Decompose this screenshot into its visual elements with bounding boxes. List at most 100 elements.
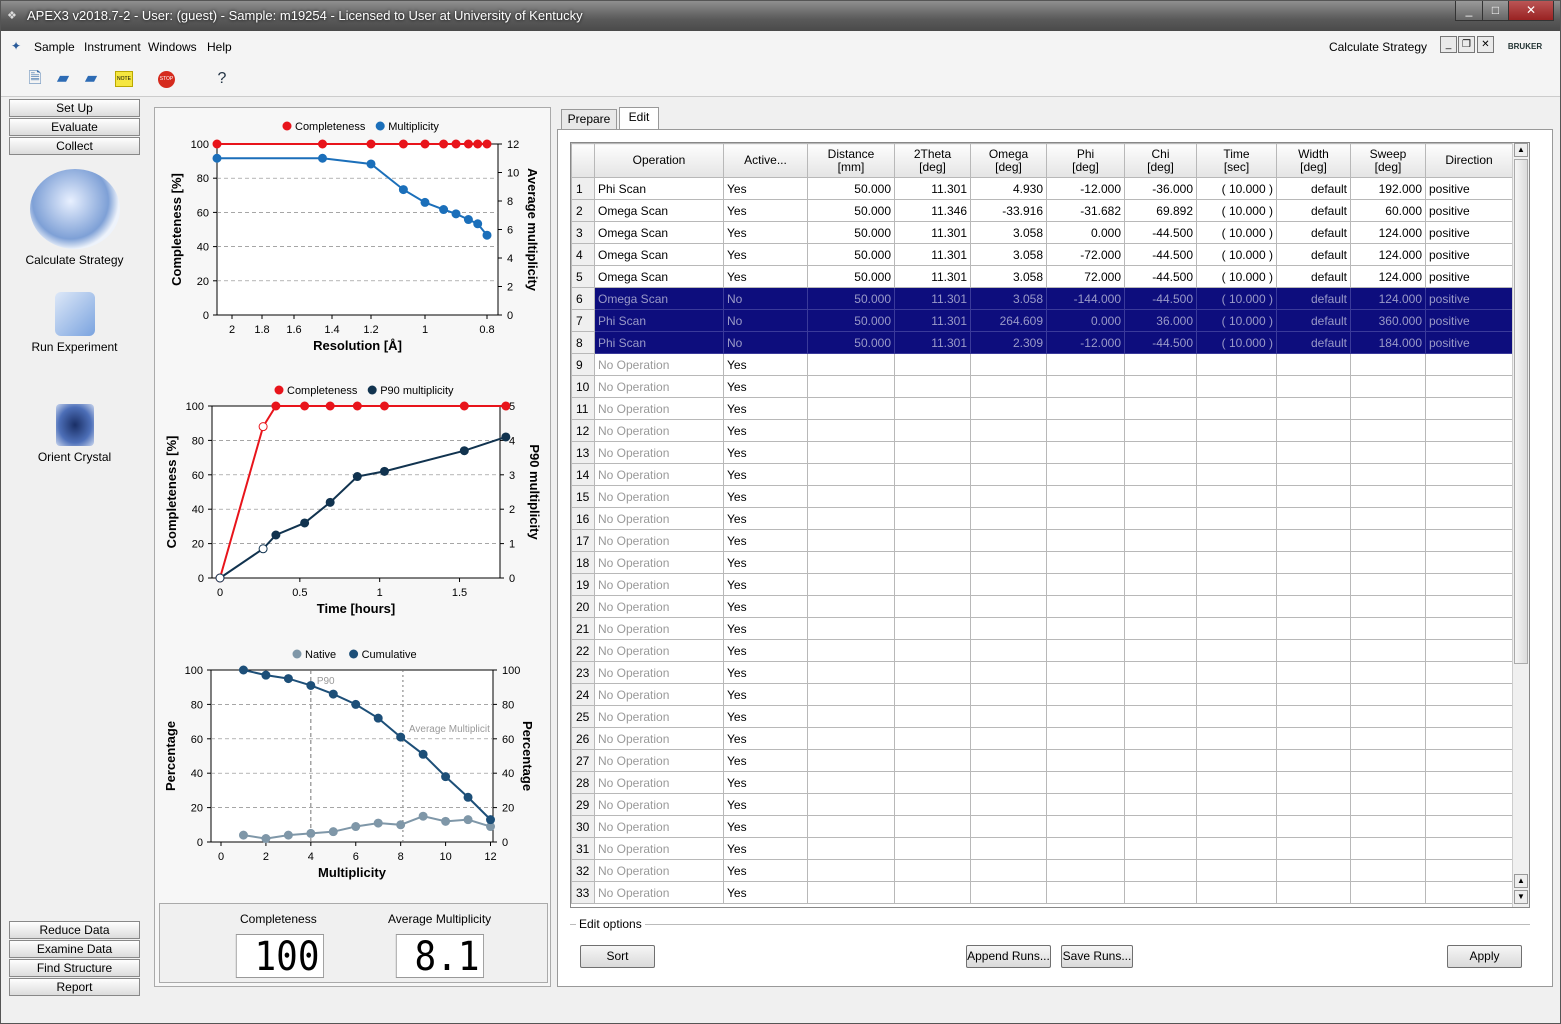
table-cell[interactable] bbox=[1196, 859, 1277, 882]
table-cell[interactable] bbox=[1276, 353, 1351, 376]
table-cell[interactable] bbox=[1276, 771, 1351, 794]
table-cell[interactable]: Omega Scan bbox=[594, 243, 724, 266]
table-cell[interactable] bbox=[807, 859, 895, 882]
table-cell[interactable] bbox=[807, 463, 895, 486]
apply-button[interactable]: Apply bbox=[1447, 945, 1522, 968]
table-cell[interactable] bbox=[1276, 507, 1351, 530]
table-cell[interactable]: ( 10.000 ) bbox=[1196, 287, 1277, 310]
table-cell[interactable]: Yes bbox=[723, 727, 808, 750]
table-cell[interactable]: positive bbox=[1425, 309, 1513, 332]
table-cell[interactable] bbox=[807, 881, 895, 904]
column-header[interactable]: Time [sec] bbox=[1196, 143, 1277, 178]
table-cell[interactable] bbox=[1350, 705, 1426, 728]
table-cell[interactable] bbox=[1046, 397, 1125, 420]
table-cell[interactable] bbox=[1350, 793, 1426, 816]
table-cell[interactable]: No Operation bbox=[594, 639, 724, 662]
table-cell[interactable] bbox=[1350, 881, 1426, 904]
table-cell[interactable]: 3.058 bbox=[970, 265, 1047, 288]
column-header[interactable]: 2Theta [deg] bbox=[894, 143, 971, 178]
table-cell[interactable] bbox=[894, 463, 971, 486]
table-cell[interactable] bbox=[1124, 419, 1197, 442]
table-cell[interactable]: Yes bbox=[723, 837, 808, 860]
column-header[interactable]: Sweep [deg] bbox=[1350, 143, 1426, 178]
table-cell[interactable]: -31.682 bbox=[1046, 199, 1125, 222]
nav-find-structure-button[interactable]: Find Structure bbox=[9, 959, 140, 977]
table-cell[interactable]: Phi Scan bbox=[594, 331, 724, 354]
table-cell[interactable]: Yes bbox=[723, 243, 808, 266]
table-cell[interactable]: No Operation bbox=[594, 661, 724, 684]
table-cell[interactable]: Omega Scan bbox=[594, 199, 724, 222]
table-cell[interactable]: No Operation bbox=[594, 771, 724, 794]
table-cell[interactable]: 50.000 bbox=[807, 243, 895, 266]
table-scrollbar[interactable]: ▲ ▲ ▼ bbox=[1512, 143, 1529, 907]
table-cell[interactable]: Yes bbox=[723, 199, 808, 222]
table-row[interactable]: 33 No Operation Yes bbox=[571, 881, 1513, 904]
table-cell[interactable] bbox=[1425, 683, 1513, 706]
table-cell[interactable] bbox=[1124, 397, 1197, 420]
table-cell[interactable]: No Operation bbox=[594, 507, 724, 530]
table-cell[interactable]: 11.301 bbox=[894, 243, 971, 266]
table-cell[interactable] bbox=[1425, 837, 1513, 860]
table-cell[interactable] bbox=[1124, 727, 1197, 750]
table-cell[interactable]: No Operation bbox=[594, 485, 724, 508]
table-cell[interactable] bbox=[1196, 397, 1277, 420]
row-number[interactable]: 22 bbox=[571, 639, 595, 662]
table-row[interactable]: 23 No Operation Yes bbox=[571, 661, 1513, 684]
table-cell[interactable] bbox=[1350, 771, 1426, 794]
row-number[interactable]: 10 bbox=[571, 375, 595, 398]
table-cell[interactable] bbox=[1046, 375, 1125, 398]
table-cell[interactable]: No Operation bbox=[594, 617, 724, 640]
table-cell[interactable] bbox=[894, 771, 971, 794]
table-cell[interactable] bbox=[1425, 507, 1513, 530]
table-cell[interactable]: 50.000 bbox=[807, 177, 895, 200]
run-experiment-tool[interactable]: Run Experiment bbox=[9, 292, 140, 354]
table-cell[interactable]: Yes bbox=[723, 815, 808, 838]
table-cell[interactable] bbox=[1350, 683, 1426, 706]
table-cell[interactable] bbox=[1196, 727, 1277, 750]
table-cell[interactable] bbox=[970, 595, 1047, 618]
table-cell[interactable]: positive bbox=[1425, 199, 1513, 222]
table-cell[interactable]: Omega Scan bbox=[594, 221, 724, 244]
tab-edit[interactable]: Edit bbox=[619, 107, 659, 129]
row-number[interactable]: 1 bbox=[571, 177, 595, 200]
table-cell[interactable]: -12.000 bbox=[1046, 177, 1125, 200]
menu-windows[interactable]: Windows bbox=[148, 40, 197, 54]
table-cell[interactable]: Yes bbox=[723, 749, 808, 772]
nav-setup-button[interactable]: Set Up bbox=[9, 99, 140, 117]
close-button[interactable]: ✕ bbox=[1508, 1, 1554, 21]
table-cell[interactable] bbox=[1350, 815, 1426, 838]
table-cell[interactable] bbox=[1196, 441, 1277, 464]
table-cell[interactable] bbox=[807, 749, 895, 772]
table-cell[interactable]: No Operation bbox=[594, 859, 724, 882]
table-cell[interactable] bbox=[1350, 573, 1426, 596]
table-cell[interactable] bbox=[894, 749, 971, 772]
row-number[interactable]: 8 bbox=[571, 331, 595, 354]
table-cell[interactable] bbox=[1196, 353, 1277, 376]
table-cell[interactable] bbox=[970, 353, 1047, 376]
table-cell[interactable]: No Operation bbox=[594, 463, 724, 486]
table-cell[interactable] bbox=[894, 573, 971, 596]
table-row[interactable]: 24 No Operation Yes bbox=[571, 683, 1513, 706]
table-cell[interactable] bbox=[1046, 595, 1125, 618]
table-cell[interactable] bbox=[1425, 749, 1513, 772]
table-cell[interactable] bbox=[1046, 441, 1125, 464]
table-cell[interactable] bbox=[894, 617, 971, 640]
calculate-strategy-tool[interactable]: Calculate Strategy bbox=[9, 169, 140, 267]
table-cell[interactable]: No Operation bbox=[594, 419, 724, 442]
row-number[interactable]: 27 bbox=[571, 749, 595, 772]
save-runs-button[interactable]: Save Runs... bbox=[1061, 945, 1133, 968]
table-cell[interactable] bbox=[1350, 507, 1426, 530]
scroll-up-arrow-icon-bottom[interactable]: ▲ bbox=[1514, 874, 1528, 888]
table-cell[interactable] bbox=[1124, 529, 1197, 552]
table-cell[interactable] bbox=[1276, 749, 1351, 772]
table-cell[interactable] bbox=[1276, 573, 1351, 596]
table-cell[interactable] bbox=[1350, 419, 1426, 442]
table-cell[interactable]: default bbox=[1276, 177, 1351, 200]
table-row[interactable]: 1 Phi Scan Yes 50.000 11.301 4.930 -12.000 -36.… bbox=[571, 177, 1513, 200]
row-number[interactable]: 31 bbox=[571, 837, 595, 860]
table-cell[interactable] bbox=[1276, 441, 1351, 464]
table-cell[interactable] bbox=[1350, 529, 1426, 552]
table-cell[interactable]: positive bbox=[1425, 177, 1513, 200]
table-cell[interactable] bbox=[1276, 419, 1351, 442]
table-cell[interactable]: No Operation bbox=[594, 529, 724, 552]
